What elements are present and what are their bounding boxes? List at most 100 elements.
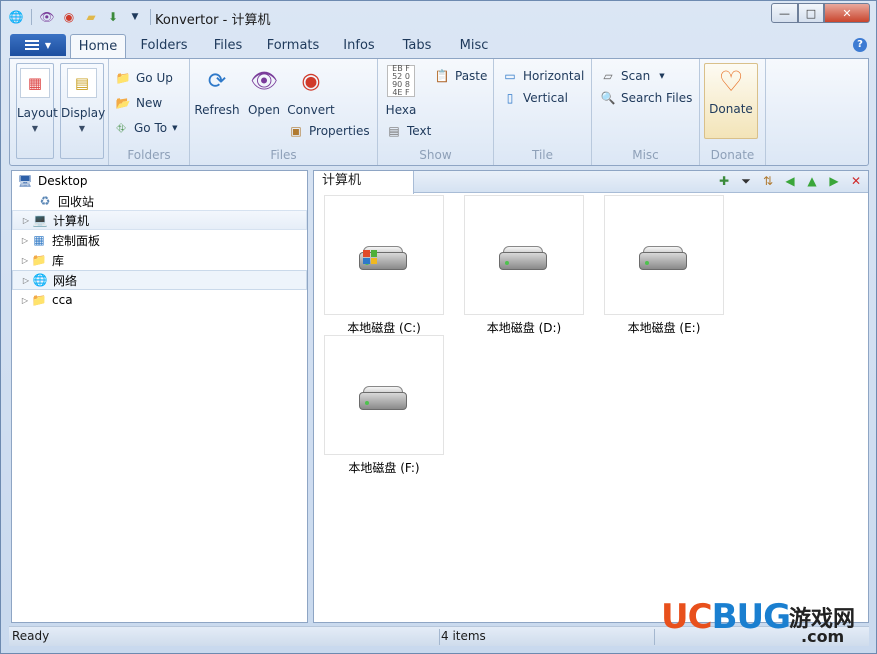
expand-arrow-icon[interactable]: ▷: [21, 276, 31, 285]
donate-button[interactable]: ♡ Donate: [704, 63, 758, 139]
go-to-button[interactable]: ⛗ Go To ▼: [113, 118, 177, 138]
tab-infos[interactable]: Infos: [335, 34, 383, 58]
refresh-button[interactable]: ⟳ Refresh: [194, 65, 240, 118]
ribbon-group-folders: 📁 Go Up 📂 New ⛗ Go To ▼ Folders: [108, 59, 190, 165]
eye-icon[interactable]: 👁: [38, 8, 56, 26]
content-tab[interactable]: 计算机: [314, 171, 414, 194]
ribbon-tabs: ▼ Home Folders Files Formats Infos Tabs …: [9, 34, 869, 58]
tree-node-control-panel[interactable]: ▷ ▦ 控制面板: [12, 230, 307, 250]
chevron-down-icon: ▼: [78, 124, 86, 133]
drive-label: 本地磁盘 (E:): [627, 321, 701, 335]
chevron-down-icon: ▼: [659, 72, 665, 80]
tree-node-library[interactable]: ▷ 📁 库: [12, 250, 307, 270]
new-tab-icon[interactable]: ✚: [716, 173, 732, 189]
text-label: Text: [407, 124, 432, 138]
tree-node-desktop[interactable]: 🖥 Desktop: [12, 171, 307, 191]
drive-tile-c[interactable]: [324, 195, 444, 315]
text-button[interactable]: ▤ Text: [386, 121, 431, 141]
drive-tile-d[interactable]: [464, 195, 584, 315]
tab-tabs[interactable]: Tabs: [395, 34, 439, 58]
recycle-bin-icon: ♻: [39, 194, 51, 208]
tab-misc[interactable]: Misc: [452, 34, 496, 58]
tree-node-label: 回收站: [58, 194, 95, 209]
refresh-label: Refresh: [194, 103, 240, 117]
horizontal-label: Horizontal: [523, 69, 585, 83]
watermark-com: .com: [801, 627, 845, 646]
tab-files[interactable]: Files: [204, 34, 252, 58]
hard-drive-icon: [359, 386, 407, 410]
filter-icon[interactable]: ⏷: [738, 173, 754, 189]
tree-node-computer[interactable]: ▷ 💻 计算机: [12, 210, 307, 230]
convert-button[interactable]: ◉ Convert: [286, 65, 336, 118]
help-icon[interactable]: ?: [853, 38, 867, 52]
search-files-button[interactable]: 🔍 Search Files: [600, 88, 693, 108]
back-icon[interactable]: ◀: [782, 173, 798, 189]
group-label-show: Show: [419, 148, 452, 162]
content-tab-bar: 计算机 ✚ ⏷ ⇅ ◀ ▲ ▶ ✕: [314, 171, 868, 194]
tile-horizontal-icon: ▭: [504, 69, 516, 83]
close-tab-icon[interactable]: ✕: [848, 173, 864, 189]
properties-label: Properties: [309, 124, 370, 138]
tile-vertical-icon: ▯: [506, 91, 514, 105]
scan-button[interactable]: ▱ Scan ▼: [600, 66, 665, 86]
hexa-button[interactable]: EB F 52 0 90 8 4E F Hexa: [384, 65, 418, 118]
tile-horizontal-button[interactable]: ▭ Horizontal: [502, 66, 584, 86]
ribbon-group-files: ⟳ Refresh 👁 Open ◉ Convert ▣ Properties …: [190, 59, 378, 165]
tab-formats[interactable]: Formats: [261, 34, 325, 58]
go-to-icon: ⛗: [116, 120, 126, 135]
menu-icon: [24, 40, 39, 50]
convert-icon: ◉: [301, 68, 321, 94]
ribbon-group-tile: ▭ Horizontal ▯ Vertical Tile: [494, 59, 592, 165]
tile-vertical-button[interactable]: ▯ Vertical: [502, 88, 568, 108]
minimize-button[interactable]: —: [771, 3, 798, 23]
properties-button[interactable]: ▣ Properties: [288, 121, 370, 141]
display-button[interactable]: ▤ Display ▼: [60, 63, 106, 159]
expand-arrow-icon[interactable]: ▷: [20, 256, 30, 265]
folder-tree: 🖥 Desktop ♻ 回收站 ▷ 💻 计算机 ▷ ▦ 控制面板 ▷ 📁 库 ▷…: [11, 170, 308, 623]
computer-icon: 💻: [32, 213, 48, 227]
paste-button[interactable]: 📋 Paste: [434, 66, 488, 86]
folder-icon[interactable]: ▰: [82, 8, 100, 26]
vertical-label: Vertical: [523, 91, 568, 105]
layout-button[interactable]: ▦ Layout ▼: [16, 63, 58, 159]
window-title: Konvertor - 计算机: [155, 13, 271, 28]
maximize-button[interactable]: □: [798, 3, 824, 23]
dropdown-icon[interactable]: ▼: [126, 8, 144, 26]
expand-arrow-icon[interactable]: ▷: [21, 216, 31, 225]
drive-label: 本地磁盘 (F:): [348, 461, 420, 475]
chevron-down-icon: ▼: [44, 40, 52, 50]
expand-arrow-icon[interactable]: ▷: [20, 236, 30, 245]
expand-arrow-icon[interactable]: ▷: [20, 296, 30, 305]
group-label-files: Files: [270, 148, 297, 162]
drive-tile-f[interactable]: [324, 335, 444, 455]
tab-folders[interactable]: Folders: [134, 34, 194, 58]
tab-home[interactable]: Home: [70, 34, 126, 58]
user-folder-icon: 📁: [31, 293, 47, 307]
window-controls: — □ ✕: [771, 3, 870, 23]
status-text: Ready: [12, 629, 50, 643]
folder-up-icon: 📁: [115, 71, 131, 85]
tree-node-network[interactable]: ▷ 🌐 网络: [12, 270, 307, 290]
close-button[interactable]: ✕: [824, 3, 870, 23]
new-folder-button[interactable]: 📂 New: [115, 93, 163, 113]
sort-icon[interactable]: ⇅: [760, 173, 776, 189]
tree-node-cca[interactable]: ▷ 📁 cca: [12, 290, 307, 310]
download-icon[interactable]: ⬇: [104, 8, 122, 26]
display-label: Display: [61, 106, 106, 120]
forward-icon[interactable]: ▶: [826, 173, 842, 189]
globe-icon[interactable]: 🌐: [7, 8, 25, 26]
status-divider: [654, 629, 655, 645]
watermark-logo: UCBUG: [661, 597, 791, 637]
tree-node-recycle-bin[interactable]: ♻ 回收站: [12, 191, 307, 211]
go-up-button[interactable]: 📁 Go Up: [115, 68, 173, 88]
app-menu-button[interactable]: ▼: [10, 34, 66, 56]
open-button[interactable]: 👁 Open: [244, 65, 284, 118]
drive-tile-e[interactable]: [604, 195, 724, 315]
search-icon: 🔍: [600, 91, 616, 105]
scanner-icon: ▱: [603, 69, 613, 83]
hexa-label: Hexa: [385, 103, 417, 117]
tree-node-label: 网络: [53, 273, 78, 288]
up-icon[interactable]: ▲: [804, 173, 820, 189]
desktop-icon: 🖥: [17, 174, 33, 188]
convert-icon[interactable]: ◉: [60, 8, 78, 26]
